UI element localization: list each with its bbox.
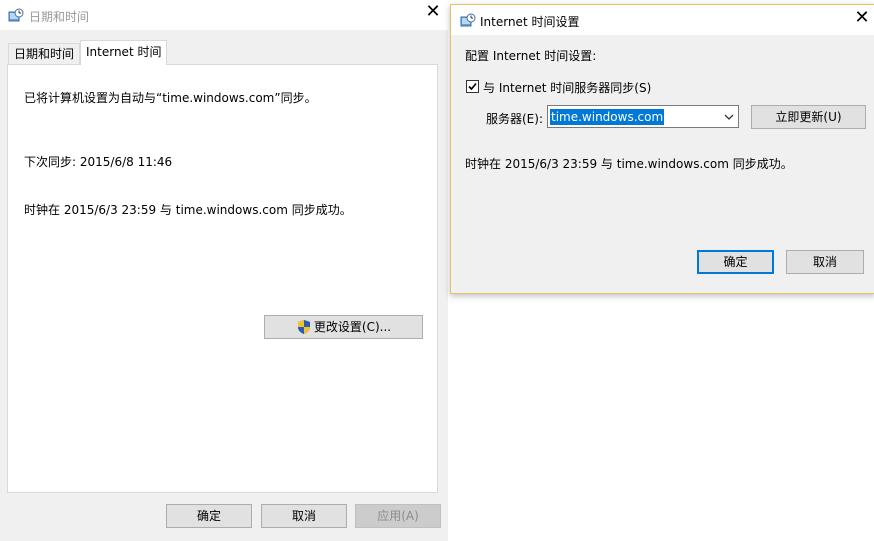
internet-time-panel: 已将计算机设置为自动与“time.windows.com”同步。 下次同步: 2… [7, 64, 438, 493]
internet-time-settings-dialog: Internet 时间设置 ✕ 配置 Internet 时间设置: 与 Inte… [450, 4, 874, 294]
chevron-down-icon[interactable] [724, 112, 734, 122]
server-combobox[interactable]: time.windows.com [547, 105, 739, 128]
sync-checkbox[interactable] [466, 80, 479, 93]
dialog-ok-button[interactable]: 确定 [697, 250, 774, 274]
window-title: 日期和时间 [29, 10, 90, 24]
dialog-title: Internet 时间设置 [480, 15, 580, 29]
tab-date-time[interactable]: 日期和时间 [8, 43, 81, 64]
dialog-status-text: 时钟在 2015/6/3 23:59 与 time.windows.com 同步… [465, 157, 793, 171]
title-bar: 日期和时间 ✕ [0, 0, 448, 30]
last-sync-text: 时钟在 2015/6/3 23:59 与 time.windows.com 同步… [24, 203, 352, 217]
clock-network-icon [8, 8, 24, 22]
close-icon[interactable]: ✕ [847, 7, 874, 29]
sync-checkbox-label[interactable]: 与 Internet 时间服务器同步(S) [483, 79, 651, 96]
checkmark-icon [468, 82, 477, 91]
close-icon[interactable]: ✕ [418, 1, 448, 23]
tab-internet-time[interactable]: Internet 时间 [80, 40, 168, 65]
ok-button[interactable]: 确定 [166, 504, 252, 528]
sync-status-text: 已将计算机设置为自动与“time.windows.com”同步。 [24, 91, 317, 105]
update-now-button[interactable]: 立即更新(U) [751, 105, 866, 129]
uac-shield-icon [297, 320, 310, 334]
server-label: 服务器(E): [486, 112, 543, 126]
apply-button[interactable]: 应用(A) [355, 504, 441, 528]
next-sync-text: 下次同步: 2015/6/8 11:46 [24, 155, 173, 169]
date-time-window: 日期和时间 ✕ 日期和时间 Internet 时间 已将计算机设置为自动与“ti… [0, 0, 448, 541]
server-value: time.windows.com [550, 109, 665, 125]
change-settings-label: 更改设置(C)... [313, 320, 392, 334]
dialog-cancel-button[interactable]: 取消 [786, 250, 864, 274]
cancel-button[interactable]: 取消 [261, 504, 347, 528]
clock-network-icon [460, 13, 476, 27]
change-settings-button[interactable]: 更改设置(C)... [264, 315, 423, 339]
dialog-heading: 配置 Internet 时间设置: [465, 49, 597, 63]
dialog-title-bar: Internet 时间设置 ✕ [451, 5, 874, 35]
